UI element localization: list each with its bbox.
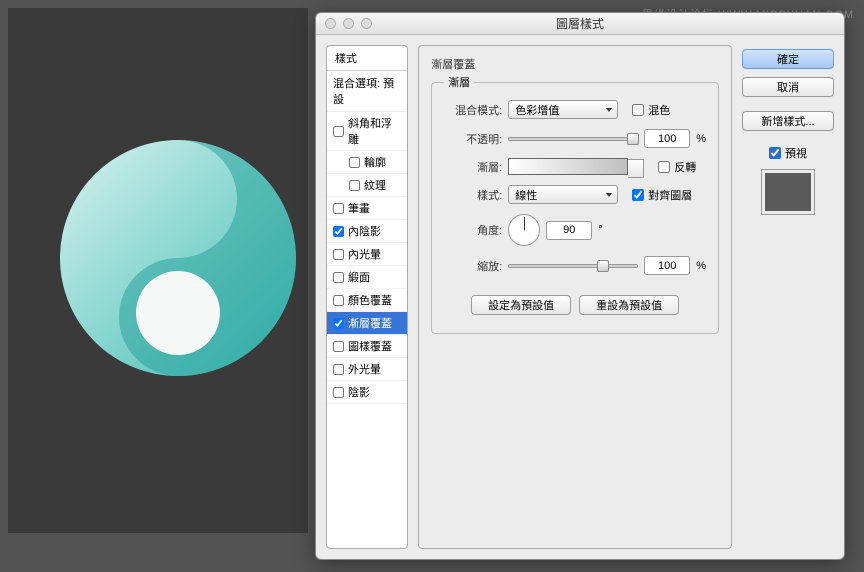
style-item-label: 緞面 [348, 269, 370, 285]
angle-label: 角度: [444, 222, 502, 238]
style-item-11[interactable]: 陰影 [327, 381, 407, 404]
preview-swatch [761, 169, 815, 215]
styles-list-panel: 樣式 混合選項: 預設 斜角和浮雕輪廓紋理筆畫內陰影內光暈緞面顏色覆蓋漸層覆蓋圖… [326, 45, 408, 549]
style-item-label: 紋理 [364, 177, 386, 193]
style-item-6[interactable]: 緞面 [327, 266, 407, 289]
gradient-swatch[interactable] [508, 158, 628, 175]
angle-dial[interactable] [508, 214, 540, 246]
ok-button[interactable]: 確定 [742, 49, 834, 69]
scale-slider[interactable] [508, 264, 638, 268]
style-item-label: 輪廓 [364, 154, 386, 170]
blend-mode-select[interactable]: 色彩增值 [508, 100, 618, 119]
style-item-8[interactable]: 漸層覆蓋 [327, 312, 407, 335]
gradient-label: 漸層: [444, 159, 502, 175]
style-label: 樣式: [444, 187, 502, 203]
style-item-label: 顏色覆蓋 [348, 292, 392, 308]
style-item-2[interactable]: 紋理 [327, 174, 407, 197]
styles-header[interactable]: 樣式 [327, 46, 407, 71]
opacity-slider[interactable] [508, 137, 638, 141]
opacity-input[interactable] [644, 129, 690, 148]
fieldset-legend: 漸層 [444, 74, 474, 90]
style-item-label: 內陰影 [348, 223, 381, 239]
style-item-label: 陰影 [348, 384, 370, 400]
section-title: 漸層覆蓋 [431, 56, 719, 72]
style-item-0[interactable]: 斜角和浮雕 [327, 112, 407, 151]
style-item-1[interactable]: 輪廓 [327, 151, 407, 174]
style-select[interactable]: 線性 [508, 185, 618, 204]
style-item-7[interactable]: 顏色覆蓋 [327, 289, 407, 312]
layer-style-dialog: 圖層樣式 樣式 混合選項: 預設 斜角和浮雕輪廓紋理筆畫內陰影內光暈緞面顏色覆蓋… [315, 12, 845, 560]
dialog-title: 圖層樣式 [316, 15, 844, 32]
dialog-titlebar[interactable]: 圖層樣式 [316, 13, 844, 35]
angle-input[interactable] [546, 221, 592, 240]
make-default-button[interactable]: 設定為預設值 [471, 295, 571, 315]
blending-options-row[interactable]: 混合選項: 預設 [327, 71, 407, 112]
style-item-5[interactable]: 內光暈 [327, 243, 407, 266]
style-item-label: 外光暈 [348, 361, 381, 377]
dither-checkbox[interactable]: 混色 [632, 102, 670, 118]
style-item-4[interactable]: 內陰影 [327, 220, 407, 243]
scale-input[interactable] [644, 256, 690, 275]
align-layer-checkbox[interactable]: 對齊圖層 [632, 187, 692, 203]
design-background [8, 8, 308, 533]
yin-yang-artwork [58, 138, 298, 378]
style-item-label: 內光暈 [348, 246, 381, 262]
style-item-label: 斜角和浮雕 [348, 115, 401, 147]
scale-label: 縮放: [444, 258, 502, 274]
gradient-overlay-settings: 漸層覆蓋 漸層 混合模式: 色彩增值 混色 不透明: % 漸層: 反 [418, 45, 732, 549]
style-item-9[interactable]: 圖樣覆蓋 [327, 335, 407, 358]
canvas-area [0, 0, 320, 560]
preview-checkbox[interactable]: 預視 [769, 145, 807, 161]
style-item-label: 漸層覆蓋 [348, 315, 392, 331]
cancel-button[interactable]: 取消 [742, 77, 834, 97]
opacity-label: 不透明: [444, 131, 502, 147]
reverse-checkbox[interactable]: 反轉 [658, 159, 696, 175]
dialog-action-column: 確定 取消 新增樣式... 預視 [742, 35, 844, 559]
style-item-label: 筆畫 [348, 200, 370, 216]
style-item-10[interactable]: 外光暈 [327, 358, 407, 381]
new-style-button[interactable]: 新增樣式... [742, 111, 834, 131]
blend-mode-label: 混合模式: [444, 102, 502, 118]
gradient-fieldset: 漸層 混合模式: 色彩增值 混色 不透明: % 漸層: 反轉 [431, 74, 719, 334]
style-item-3[interactable]: 筆畫 [327, 197, 407, 220]
style-item-label: 圖樣覆蓋 [348, 338, 392, 354]
reset-default-button[interactable]: 重設為預設值 [579, 295, 679, 315]
